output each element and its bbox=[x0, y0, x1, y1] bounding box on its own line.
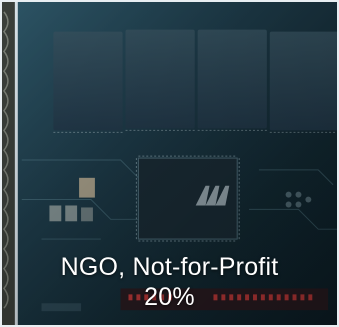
tile-percent: 20% bbox=[144, 283, 195, 311]
tile-label: NGO, Not-for-Profit bbox=[60, 253, 279, 281]
category-tile[interactable]: NGO, Not-for-Profit 20% bbox=[0, 0, 339, 327]
tile-caption: NGO, Not-for-Profit 20% bbox=[2, 252, 337, 312]
